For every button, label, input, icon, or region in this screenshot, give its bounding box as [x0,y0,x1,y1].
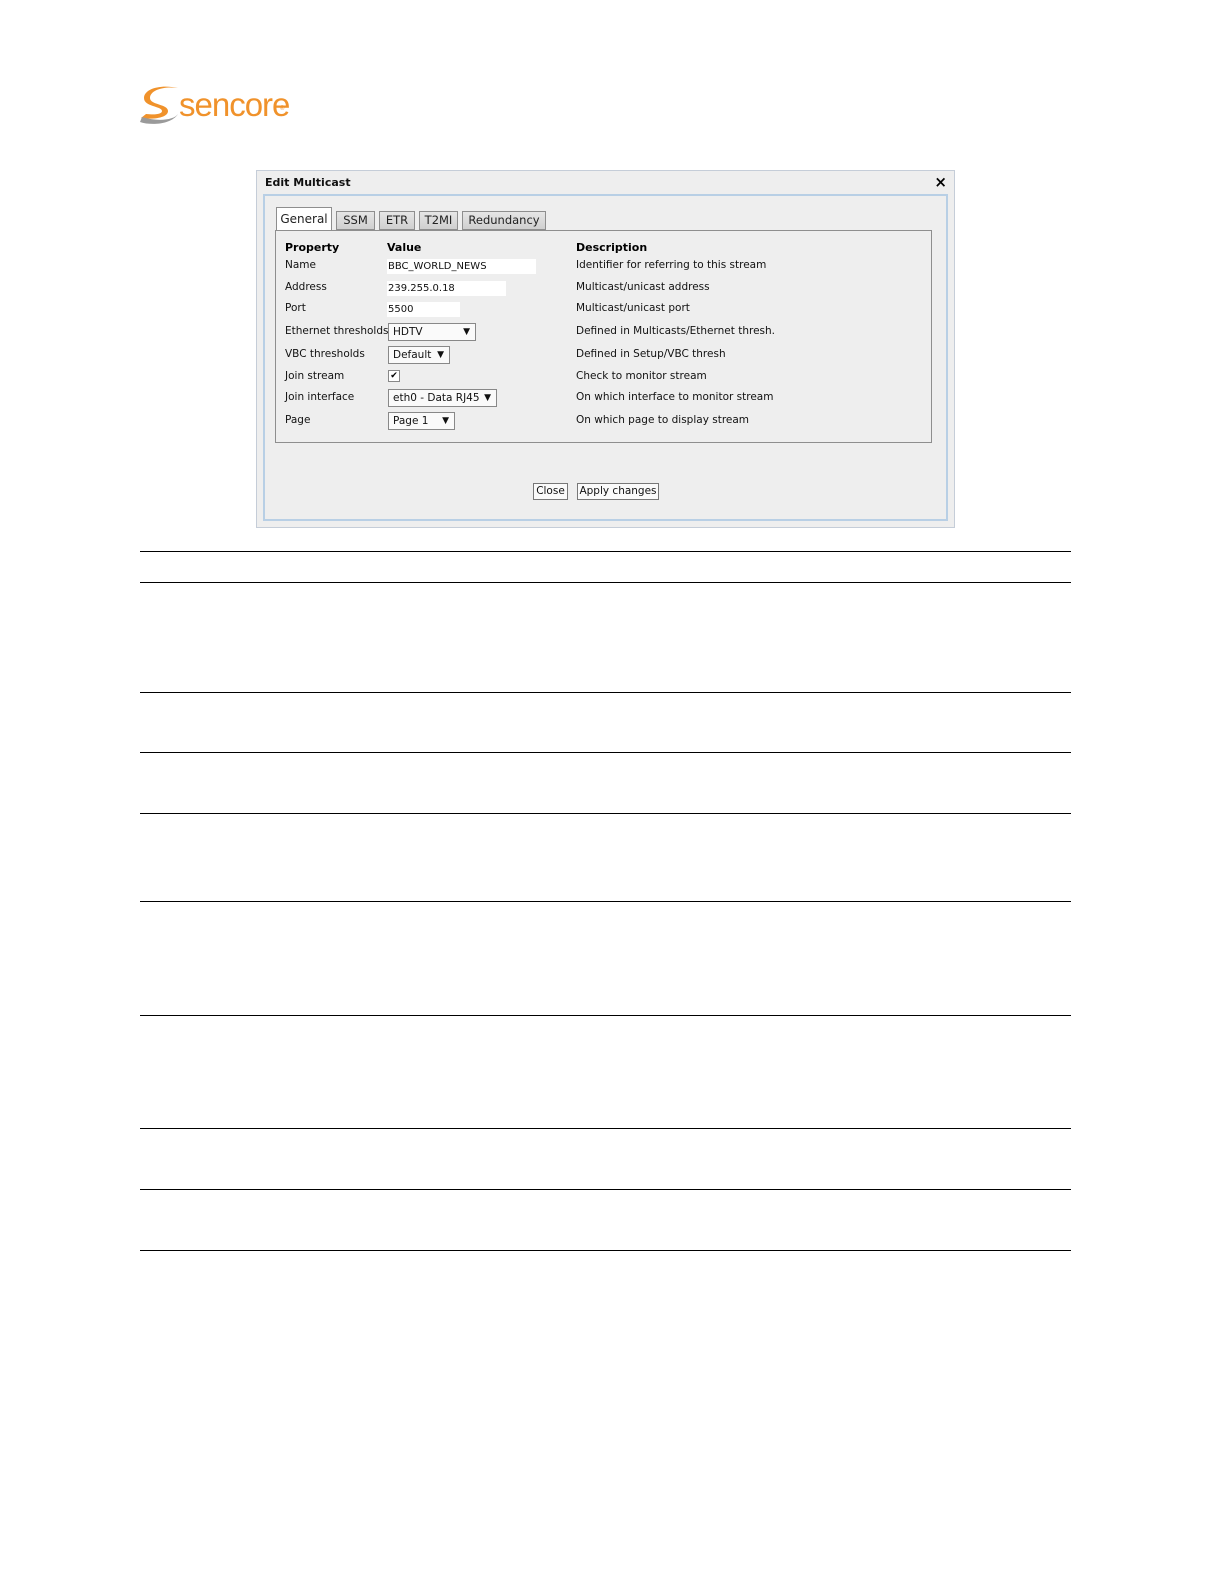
edit-multicast-dialog: Edit Multicast × General SSM ETR T2MI Re… [256,170,955,528]
port-label: Port [285,302,306,314]
header-description: Description [576,241,648,254]
vbc-thresholds-select[interactable]: Default ▼ [388,346,450,364]
dialog-titlebar: Edit Multicast × [257,171,954,194]
join-interface-label: Join interface [285,391,355,403]
ethernet-thresholds-value: HDTV [393,326,423,338]
vbc-thresholds-value: Default [393,349,432,361]
name-description: Identifier for referring to this stream [576,259,767,271]
table-rule [140,901,1071,902]
table-rule [140,1015,1071,1016]
port-description: Multicast/unicast port [576,302,690,314]
brand-wordmark: sencore [179,86,290,123]
page-label: Page [285,414,311,426]
table-rule [140,1189,1071,1190]
tab-ssm[interactable]: SSM [336,211,375,230]
vbc-thresholds-description: Defined in Setup/VBC thresh [576,348,726,360]
trademark-symbol: ® [280,106,285,112]
general-panel: Property Value Description Name Identifi… [275,230,932,443]
table-rule [140,813,1071,814]
name-input[interactable] [387,259,536,274]
table-rule [140,582,1071,583]
page-value: Page 1 [393,415,429,427]
address-description: Multicast/unicast address [576,281,710,293]
ethernet-thresholds-label: Ethernet thresholds [285,325,389,337]
header-value: Value [387,241,422,254]
chevron-down-icon: ▼ [484,393,491,403]
table-rule [140,1250,1071,1251]
join-interface-description: On which interface to monitor stream [576,391,774,403]
close-button[interactable]: Close [533,483,568,500]
join-stream-label: Join stream [285,370,345,382]
table-rule [140,1128,1071,1129]
address-label: Address [285,281,327,293]
vbc-thresholds-label: VBC thresholds [285,348,365,360]
ethernet-thresholds-select[interactable]: HDTV ▼ [388,323,476,341]
name-label: Name [285,259,316,271]
sencore-swoosh-icon [140,86,178,124]
page-select[interactable]: Page 1 ▼ [388,412,455,430]
chevron-down-icon: ▼ [463,327,470,337]
port-input[interactable] [387,302,460,317]
close-icon[interactable]: × [934,173,947,191]
tab-general[interactable]: General [276,207,332,231]
tab-etr[interactable]: ETR [379,211,415,230]
join-interface-select[interactable]: eth0 - Data RJ45 ▼ [388,389,497,407]
table-rule [140,692,1071,693]
apply-changes-button[interactable]: Apply changes [577,483,659,500]
header-property: Property [285,241,340,254]
table-rule [140,551,1071,552]
join-stream-description: Check to monitor stream [576,370,707,382]
tab-redundancy[interactable]: Redundancy [462,211,546,230]
dialog-title: Edit Multicast [265,176,351,189]
chevron-down-icon: ▼ [437,350,444,360]
ethernet-thresholds-description: Defined in Multicasts/Ethernet thresh. [576,325,776,337]
dialog-body: General SSM ETR T2MI Redundancy Property… [263,194,948,521]
join-stream-checkbox[interactable]: ✔ [388,370,400,382]
sencore-logo: sencore ® [138,84,298,128]
tab-t2mi[interactable]: T2MI [419,211,458,230]
join-interface-value: eth0 - Data RJ45 [393,392,480,404]
address-input[interactable] [387,281,506,296]
page-description: On which page to display stream [576,414,750,426]
table-rule [140,752,1071,753]
chevron-down-icon: ▼ [442,416,449,426]
